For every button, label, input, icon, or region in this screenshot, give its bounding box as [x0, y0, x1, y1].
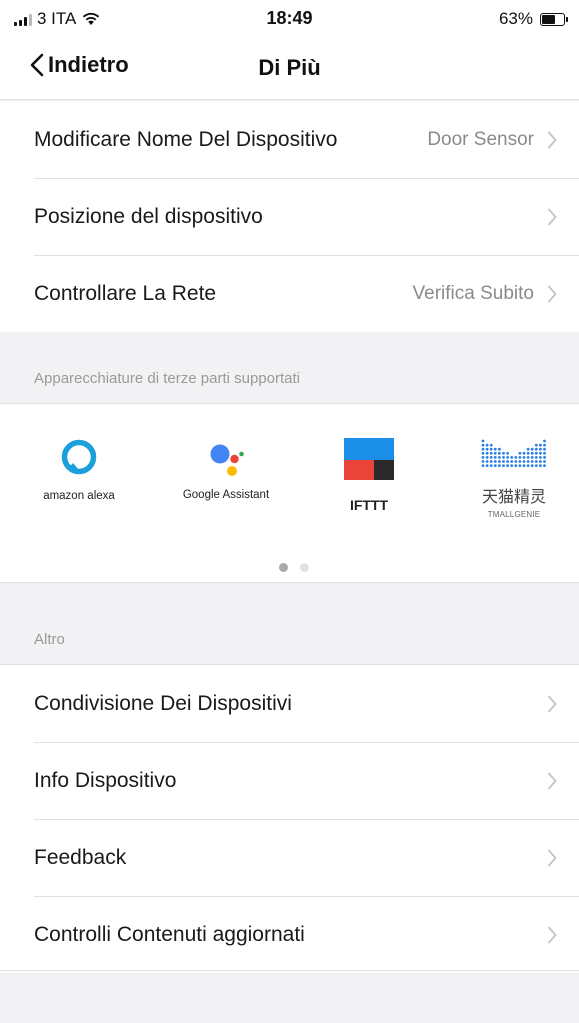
chevron-right-icon [547, 771, 557, 790]
chevron-right-icon [547, 130, 557, 149]
partner-google-assistant[interactable]: Google Assistant [174, 437, 278, 501]
partner-label: IFTTT [349, 497, 389, 513]
partner-label: amazon alexa [43, 490, 115, 502]
row-label: Controlli Contenuti aggiornati [34, 922, 305, 946]
carousel-page-indicator [279, 563, 309, 572]
battery-status: 63% [498, 9, 568, 29]
device-settings-group: Modificare Nome Del Dispositivo Door Sen… [0, 101, 579, 332]
row-label: Feedback [34, 845, 127, 869]
partner-sublabel: TMALLGENIE [487, 510, 541, 519]
google-assistant-icon [210, 444, 244, 476]
chevron-right-icon [547, 694, 557, 713]
partner-label: 天猫精灵 [481, 489, 546, 506]
partner-ifttt[interactable]: IFTTT [341, 437, 397, 513]
chevron-right-icon [547, 207, 557, 226]
page-dot[interactable] [279, 563, 288, 572]
ifttt-icon [344, 438, 394, 480]
other-section-label: Altro [34, 631, 65, 648]
back-button[interactable]: Indietro [30, 52, 129, 78]
row-label: Info Dispositivo [34, 768, 177, 792]
device-sharing-row[interactable]: Condivisione Dei Dispositivi [0, 665, 579, 742]
third-party-section-label: Apparecchiature di terze parti supportat… [34, 370, 300, 387]
device-location-row[interactable]: Posizione del dispositivo [0, 178, 579, 255]
amazon-alexa-icon [61, 439, 97, 475]
navigation-bar: Indietro Di Più [0, 38, 579, 100]
partner-tmall-genie[interactable]: 天猫精灵 TMALLGENIE [474, 437, 554, 519]
chevron-right-icon [547, 848, 557, 867]
third-party-carousel: amazon alexa Google Assistant IFTTT 天猫精灵… [0, 403, 579, 583]
battery-percent: 63% [498, 9, 533, 28]
row-label: Controllare La Rete [34, 281, 217, 305]
clock: 18:49 [266, 8, 313, 28]
partner-amazon-alexa[interactable]: amazon alexa [40, 437, 118, 502]
other-settings-group: Condivisione Dei Dispositivi Info Dispos… [0, 664, 579, 973]
battery-icon [540, 12, 568, 26]
row-label: Modificare Nome Del Dispositivo [34, 127, 338, 151]
row-label: Posizione del dispositivo [34, 204, 263, 228]
tmall-genie-icon [481, 439, 546, 467]
check-now-value: Verifica Subito [412, 282, 534, 304]
row-label: Condivisione Dei Dispositivi [34, 691, 292, 715]
device-info-row[interactable]: Info Dispositivo [0, 742, 579, 819]
chevron-right-icon [547, 925, 557, 944]
check-network-row[interactable]: Controllare La Rete Verifica Subito [0, 255, 579, 332]
back-label: Indietro [48, 52, 129, 77]
bottom-divider [0, 970, 579, 971]
chevron-right-icon [547, 284, 557, 303]
check-updates-row[interactable]: Controlli Contenuti aggiornati [0, 896, 579, 973]
partner-label: Google Assistant [182, 489, 270, 501]
page-dot[interactable] [300, 563, 309, 572]
feedback-row[interactable]: Feedback [0, 819, 579, 896]
device-name-value: Door Sensor [427, 128, 534, 150]
rename-device-row[interactable]: Modificare Nome Del Dispositivo Door Sen… [0, 101, 579, 178]
chevron-left-icon [30, 53, 44, 77]
status-bar: 3 ITA 18:49 63% [0, 0, 579, 38]
